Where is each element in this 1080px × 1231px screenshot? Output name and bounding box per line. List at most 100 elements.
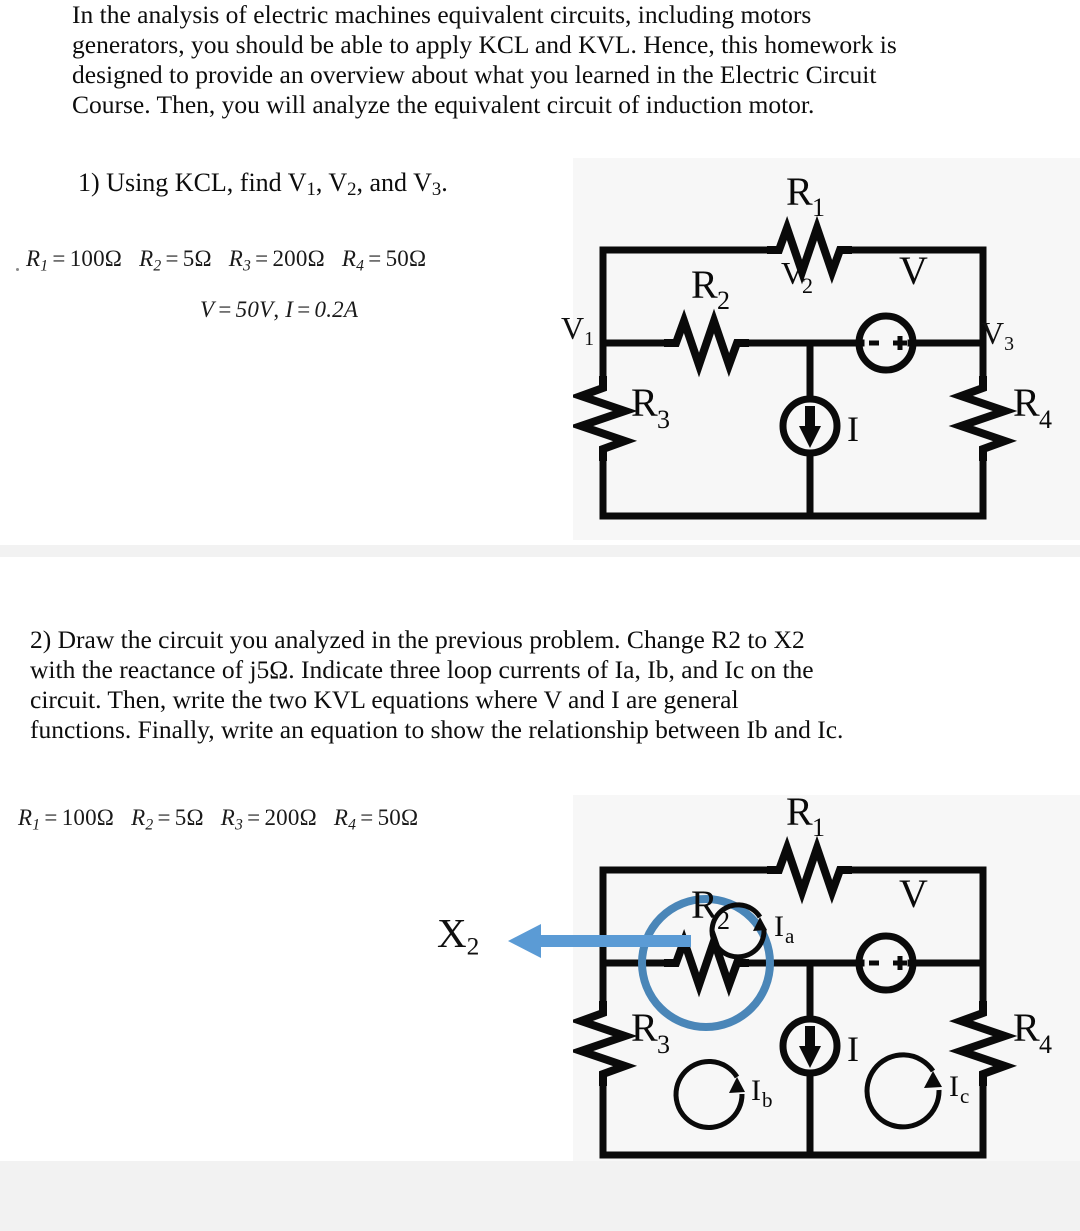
label2-voltage-source: V [899,871,928,916]
label-current-source: I [847,409,859,449]
label-r1: R [786,169,813,214]
p2-r1-value: 100 [61,805,97,830]
label-node-v1-outer: V1 [561,310,594,351]
resistor-r3-symbol [573,376,638,461]
r3-value: 200 [272,246,308,271]
circuit-figure-2-panel: R 1 R 2 R 3 R 4 V I I a I b I c [573,795,1080,1223]
r4-symbol: R [341,246,357,271]
v-symbol: V [200,297,215,322]
intro-line-3: designed to provide an overview about wh… [72,60,877,89]
r2-symbol: R [139,246,154,271]
voltage-source-polarity [869,336,907,350]
p2-r4-unit: Ω [400,805,419,830]
r4-sub: 4 [356,257,365,275]
label2-r4-sub: 4 [1039,1030,1052,1059]
problem-1-mid1: , V [315,168,348,197]
label2-r3-sub: 3 [657,1030,670,1059]
i-symbol: I [285,297,294,322]
problem-2-line-1: 2) Draw the circuit you analyzed in the … [30,625,805,654]
resistor2-r1-symbol [767,835,852,905]
arrow-shaft [539,935,691,947]
p2-r3-sub: 3 [235,816,244,834]
label-r1-sub: 1 [812,193,825,222]
problem-2-line-3: circuit. Then, write the two KVL equatio… [30,685,739,714]
p2-r1-unit: Ω [96,805,115,830]
problem-1-heading: 1) Using KCL, find V1, V2, and V3. [78,168,448,205]
current-direction-arrow-icon [799,406,821,448]
loop-arrowhead-ic [924,1071,942,1088]
label2-r1-sub: 1 [812,813,825,842]
x2-sub: 2 [466,932,480,961]
page-bottom-band [0,1161,1080,1231]
label2-r2: R [691,882,718,927]
intro-line-1: In the analysis of electric machines equ… [72,0,812,29]
annotation-x2-label: X2 [437,909,479,962]
problem-1-v3-sub: 3 [431,179,442,201]
v-value: 50V [235,297,274,322]
loop-arrow-ic-icon [864,1052,942,1130]
label-loop-ia-sub: a [785,924,795,948]
p2-r2-symbol: R [131,805,146,830]
r3-sub: 3 [243,257,252,275]
problem-1-mid2: , and V [356,168,432,197]
r1-value: 100 [69,246,105,271]
p2-r3-symbol: R [220,805,236,830]
intro-line-4: Course. Then, you will analyze the equiv… [72,90,815,119]
scan-speck [16,268,19,271]
problem-2-line-2: with the reactance of j5Ω. Indicate thre… [30,655,814,684]
r1-symbol: R [26,246,41,271]
label-node-v2-sub: 2 [802,273,813,298]
label-node-v3-outer: V3 [981,315,1014,356]
p2-r3-unit: Ω [299,805,317,830]
label2-r1: R [786,795,813,834]
p2-r4-symbol: R [333,805,349,830]
label2-current-source: I [847,1029,859,1069]
i-value: 0.2A [314,297,359,322]
p2-r1-symbol: R [18,805,33,830]
label-r3-sub: 3 [657,405,670,434]
label2-r2-sub: 2 [717,906,730,935]
problem-1-given-resistors: R1 = 100Ω R2 = 5Ω R3 = 200Ω R4 = 50Ω [26,246,427,275]
problem-2-given-resistors: R1 = 100Ω R2 = 5Ω R3 = 200Ω R4 = 50Ω [18,805,419,834]
resistor2-r4-symbol [948,1001,1018,1086]
loop-arrow-ib-icon [673,1058,745,1130]
voltage-source2-polarity [869,956,907,970]
r3-unit: Ω [307,246,325,271]
node-v3-letter: V [981,315,1005,351]
label-voltage-source: V [899,248,928,293]
label-r3: R [631,380,658,425]
node-v1-sub: 1 [584,327,595,350]
node-v1-letter: V [561,310,585,346]
r1-unit: Ω [104,246,123,271]
problem-1-text: Using KCL, find V [106,168,307,197]
problem-1-v2-sub: 2 [347,179,357,201]
label-r2: R [691,262,718,307]
r3-symbol: R [228,246,244,271]
problem-1-period: . [441,168,448,197]
label-r4: R [1013,380,1040,425]
loop-arrowhead-ib [729,1077,745,1093]
label-node-v2: V [781,255,804,291]
label-loop-ib-sub: b [762,1088,773,1112]
problem-1-number: 1) [78,168,100,197]
r2-unit: Ω [194,246,212,271]
r2-value: 5 [182,246,195,271]
p2-r4-sub: 4 [348,816,357,834]
label2-r3: R [631,1005,658,1050]
problem-1-given-sources: V = 50V, I = 0.2A [200,297,359,322]
current-direction-arrow-icon-2 [799,1026,821,1068]
circuit-figure-2: R 1 R 2 R 3 R 4 V I I a I b I c [573,795,1052,1159]
label2-r4: R [1013,1005,1040,1050]
problem-2-line-4: functions. Finally, write an equation to… [30,715,844,744]
annotation-arrow-to-x2 [508,924,691,958]
problem-1-v1-sub: 1 [306,179,316,201]
label-loop-ia: I [774,910,784,943]
arrow-head-icon [508,924,541,958]
document-page: In the analysis of electric machines equ… [0,0,1080,1231]
resistor-r4-symbol [948,376,1018,461]
problem-2-heading: 2) Draw the circuit you analyzed in the … [30,625,1052,745]
intro-line-2: generators, you should be able to apply … [72,30,897,59]
r4-unit: Ω [408,246,427,271]
node-v3-sub: 3 [1004,332,1015,355]
label-r2-sub: 2 [717,286,730,315]
